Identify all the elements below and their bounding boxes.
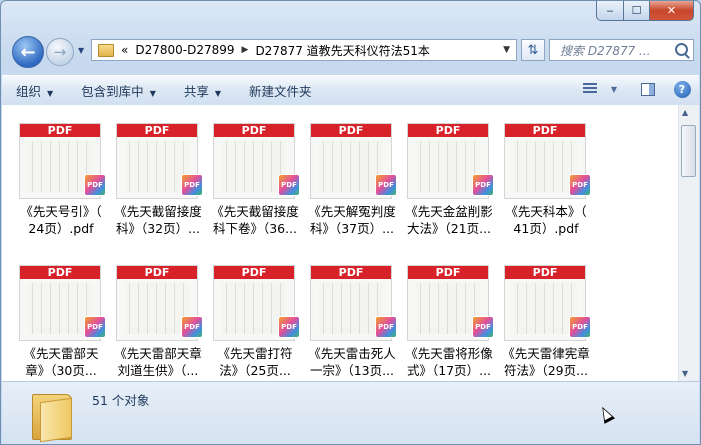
scanned-page-preview (125, 283, 189, 334)
file-item[interactable]: PDF PDF 《先天截留接度 科》（32页）... (99, 105, 203, 236)
pdf-label: PDF (214, 266, 294, 279)
command-bar: 组织 ▼ 包含到库中 ▼ 共享 ▼ 新建文件夹 ▼ ? (2, 75, 699, 106)
scanned-page-preview (416, 283, 480, 334)
file-name: 《先天雷律宪章 符法》（29页... (502, 346, 590, 378)
new-folder-button[interactable]: 新建文件夹 (235, 81, 326, 100)
file-item[interactable]: PDF PDF 《先天金盆削影 大法》（21页... (390, 105, 494, 236)
search-icon[interactable] (675, 43, 688, 56)
maximize-button[interactable]: ☐ (624, 1, 650, 21)
file-item[interactable]: PDF PDF 《先天雷击死人 一宗》（13页... (293, 247, 397, 378)
close-button[interactable]: ✕ (650, 1, 694, 21)
file-item[interactable]: PDF PDF 《先天雷部天章 刘道生供》（... (99, 247, 203, 378)
change-view-button[interactable] (581, 80, 599, 98)
preview-pane-button[interactable] (639, 80, 657, 98)
file-item[interactable]: PDF PDF 《先天雷打符 法》（25页... (196, 247, 300, 378)
organize-menu[interactable]: 组织 ▼ (2, 81, 67, 100)
share-menu[interactable]: 共享 ▼ (170, 81, 235, 100)
item-count: 51 个对象 (92, 393, 150, 408)
file-item[interactable]: PDF PDF 《先天截留接度 科下卷》（36... (196, 105, 300, 236)
scanned-page-preview (28, 283, 92, 334)
help-icon: ? (673, 80, 691, 98)
pdf-label: PDF (117, 266, 197, 279)
scanned-page-preview (513, 283, 577, 334)
address-dropdown-icon[interactable]: ▼ (503, 45, 510, 55)
preview-pane-icon (641, 82, 655, 96)
view-dropdown-icon[interactable]: ▼ (605, 80, 623, 98)
scanned-page-preview (125, 141, 189, 192)
search-placeholder: 搜索 D27877 ... (560, 43, 651, 58)
scanned-page-preview (319, 283, 383, 334)
chevron-down-icon: ▼ (47, 89, 54, 98)
mouse-cursor-icon (596, 404, 616, 424)
scrollbar-thumb[interactable] (681, 125, 696, 177)
view-icon (583, 83, 597, 95)
pdf-label: PDF (505, 124, 585, 137)
breadcrumb-parent[interactable]: D27800-D27899 (135, 43, 234, 57)
pdf-label: PDF (20, 124, 100, 137)
pdf-app-icon: PDF (569, 174, 591, 196)
scanned-page-preview (222, 283, 286, 334)
refresh-button[interactable]: ⇅ (521, 39, 545, 61)
file-list: PDF PDF 《先天号引》（ 24页）.pdf PDF PDF 《先天截留接度 科》（32页… (2, 105, 678, 381)
scanned-page-preview (513, 141, 577, 192)
recent-pages-dropdown[interactable]: ▼ (78, 46, 84, 55)
file-item[interactable]: PDF PDF 《先天雷律宪章 符法》（29页... (487, 247, 591, 378)
back-button[interactable]: ← (12, 36, 44, 68)
breadcrumb-current[interactable]: D27877 道教先天科仪符法51本 (255, 42, 430, 59)
toolbar-right: ▼ ? (565, 80, 691, 98)
search-input[interactable]: 搜索 D27877 ... (549, 39, 694, 61)
chevron-down-icon: ▼ (214, 89, 222, 98)
address-overflow[interactable]: « (121, 43, 128, 57)
pdf-label: PDF (214, 124, 294, 137)
scroll-down-icon[interactable]: ▼ (682, 369, 688, 378)
include-in-library-menu[interactable]: 包含到库中 ▼ (67, 81, 170, 100)
pdf-label: PDF (408, 124, 488, 137)
breadcrumb-separator-icon[interactable]: ▶ (242, 45, 249, 55)
chevron-down-icon: ▼ (149, 89, 156, 98)
pdf-app-icon: PDF (569, 316, 591, 338)
scanned-page-preview (416, 141, 480, 192)
file-name: 《先天科本》（ 41页）.pdf (505, 204, 587, 236)
explorer-window: ‒ ☐ ✕ ← → ▼ « D27800-D27899 ▶ D27877 道教先… (0, 0, 701, 445)
caption-buttons: ‒ ☐ ✕ (596, 1, 694, 21)
pdf-label: PDF (311, 266, 391, 279)
file-item[interactable]: PDF PDF 《先天解冤判度 科》（37页）... (293, 105, 397, 236)
file-item[interactable]: PDF PDF 《先天雷部天 章》（30页... (2, 247, 106, 378)
pdf-label: PDF (505, 266, 585, 279)
pdf-label: PDF (311, 124, 391, 137)
scanned-page-preview (222, 141, 286, 192)
help-button[interactable]: ? (673, 80, 691, 98)
scanned-page-preview (28, 141, 92, 192)
pdf-label: PDF (20, 266, 100, 279)
pdf-label: PDF (117, 124, 197, 137)
scanned-page-preview (319, 141, 383, 192)
folder-icon (98, 43, 114, 57)
address-bar[interactable]: « D27800-D27899 ▶ D27877 道教先天科仪符法51本 ▼ (91, 39, 517, 61)
vertical-scrollbar[interactable]: ▲ ▼ (678, 105, 699, 381)
scroll-up-icon[interactable]: ▲ (682, 108, 688, 117)
details-pane: 51 个对象 (2, 381, 699, 444)
file-item[interactable]: PDF PDF 《先天科本》（ 41页）.pdf (487, 105, 591, 236)
file-item[interactable]: PDF PDF 《先天雷将形像 式》（17页）... (390, 247, 494, 378)
forward-button[interactable]: → (46, 38, 74, 66)
minimize-button[interactable]: ‒ (596, 1, 624, 21)
navigation-bar: ← → ▼ « D27800-D27899 ▶ D27877 道教先天科仪符法5… (1, 33, 700, 69)
file-item[interactable]: PDF PDF 《先天号引》（ 24页）.pdf (2, 105, 106, 236)
pdf-label: PDF (408, 266, 488, 279)
folder-icon (30, 386, 74, 443)
